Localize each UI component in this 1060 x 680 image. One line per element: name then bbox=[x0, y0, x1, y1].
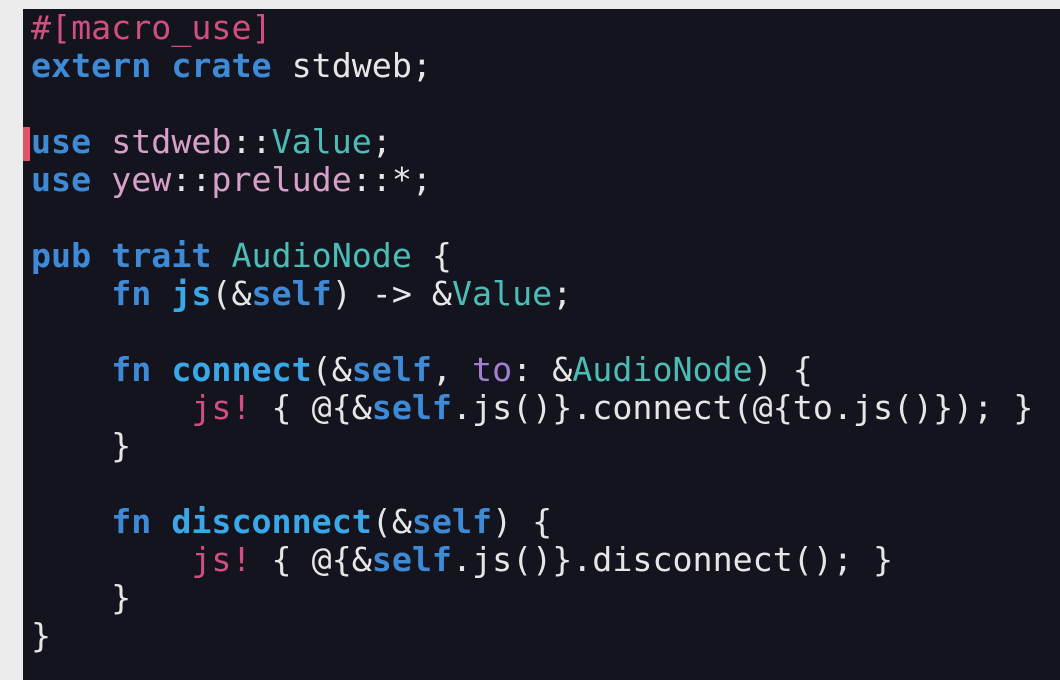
self-keyword-token: self bbox=[251, 274, 332, 313]
code-line[interactable]: #[macro_use] bbox=[31, 9, 1033, 47]
screen: #[macro_use] extern crate stdweb; use stdw… bbox=[0, 0, 1060, 680]
code-text-token: (& bbox=[311, 350, 352, 389]
code-line[interactable]: js! { @{&self.js()}.disconnect(); } bbox=[31, 541, 1033, 579]
keyword-token: crate bbox=[171, 46, 272, 85]
keyword-token: use bbox=[31, 122, 92, 161]
type-name-token: Value bbox=[271, 122, 372, 161]
self-keyword-token: self bbox=[371, 540, 452, 579]
macro-token: js! bbox=[191, 540, 252, 579]
code-text-token: { @{& bbox=[251, 540, 372, 579]
attribute-token: #[macro_use] bbox=[31, 9, 272, 47]
self-keyword-token: self bbox=[411, 502, 493, 541]
function-name-token: disconnect bbox=[171, 502, 372, 541]
code-text-token: ; bbox=[371, 122, 392, 161]
code-text-token: : & bbox=[512, 350, 573, 389]
code-text-token: , bbox=[431, 350, 473, 389]
module-path-token: stdweb bbox=[111, 122, 232, 161]
code-text-token: :: bbox=[231, 122, 272, 161]
code-line[interactable] bbox=[31, 85, 1033, 123]
keyword-token: fn bbox=[111, 274, 152, 313]
code-line[interactable]: pub trait AudioNode { bbox=[31, 237, 1033, 275]
code-line[interactable] bbox=[31, 313, 1033, 351]
code-line[interactable]: } bbox=[31, 427, 1033, 465]
code-line[interactable]: fn disconnect(&self) { bbox=[31, 503, 1033, 541]
code-text-token: stdweb; bbox=[271, 46, 432, 85]
type-name-token: AudioNode bbox=[572, 350, 753, 389]
function-name-token: connect bbox=[171, 350, 312, 389]
code-text-token: { bbox=[411, 236, 452, 275]
module-path-token: yew bbox=[111, 160, 172, 199]
macro-token: js! bbox=[191, 388, 252, 427]
code-text-token: (& bbox=[211, 274, 252, 313]
keyword-token: pub bbox=[31, 236, 92, 275]
code-text-token: .js()}.disconnect(); } bbox=[451, 540, 894, 579]
text-cursor bbox=[23, 127, 30, 161]
code-area[interactable]: #[macro_use] extern crate stdweb; use stdw… bbox=[23, 9, 1033, 655]
code-editor[interactable]: #[macro_use] extern crate stdweb; use stdw… bbox=[23, 9, 1060, 680]
keyword-token: trait bbox=[111, 236, 212, 275]
code-line[interactable]: fn js(&self) -> &Value; bbox=[31, 275, 1033, 313]
code-line[interactable] bbox=[31, 465, 1033, 503]
keyword-token: use bbox=[31, 160, 92, 199]
code-line[interactable]: } bbox=[31, 579, 1033, 617]
self-keyword-token: self bbox=[351, 350, 432, 389]
code-text-token: { @{& bbox=[251, 388, 372, 427]
code-text-token: (& bbox=[371, 502, 412, 541]
code-text-token: ::*; bbox=[351, 160, 432, 199]
code-line[interactable]: } bbox=[31, 617, 1033, 655]
type-name-token: AudioNode bbox=[231, 236, 412, 275]
keyword-token: fn bbox=[111, 502, 152, 541]
code-line[interactable]: fn connect(&self, to: &AudioNode) { bbox=[31, 351, 1033, 389]
type-name-token: Value bbox=[451, 274, 553, 313]
code-text-token: } bbox=[31, 578, 132, 617]
self-keyword-token: self bbox=[371, 388, 452, 427]
keyword-token: fn bbox=[111, 350, 152, 389]
code-text-token: } bbox=[31, 616, 52, 655]
module-path-token: prelude bbox=[211, 160, 352, 199]
code-line[interactable] bbox=[31, 199, 1033, 237]
code-line[interactable]: extern crate stdweb; bbox=[31, 47, 1033, 85]
code-text-token: :: bbox=[171, 160, 212, 199]
code-text-token: ) -> & bbox=[331, 274, 452, 313]
code-text-token: ; bbox=[552, 274, 573, 313]
code-text-token: ) { bbox=[492, 502, 553, 541]
code-line[interactable]: use yew::prelude::*; bbox=[31, 161, 1033, 199]
parameter-token: to bbox=[472, 350, 513, 389]
code-line[interactable]: js! { @{&self.js()}.connect(@{to.js()});… bbox=[31, 389, 1033, 427]
code-text-token: .js()}.connect(@{to.js()}); } bbox=[451, 388, 1034, 427]
code-text-token: } bbox=[31, 426, 132, 465]
code-text-token: ) { bbox=[752, 350, 813, 389]
function-name-token: js bbox=[171, 274, 212, 313]
code-line[interactable]: use stdweb::Value; bbox=[23, 122, 1033, 161]
keyword-token: extern bbox=[31, 46, 152, 85]
